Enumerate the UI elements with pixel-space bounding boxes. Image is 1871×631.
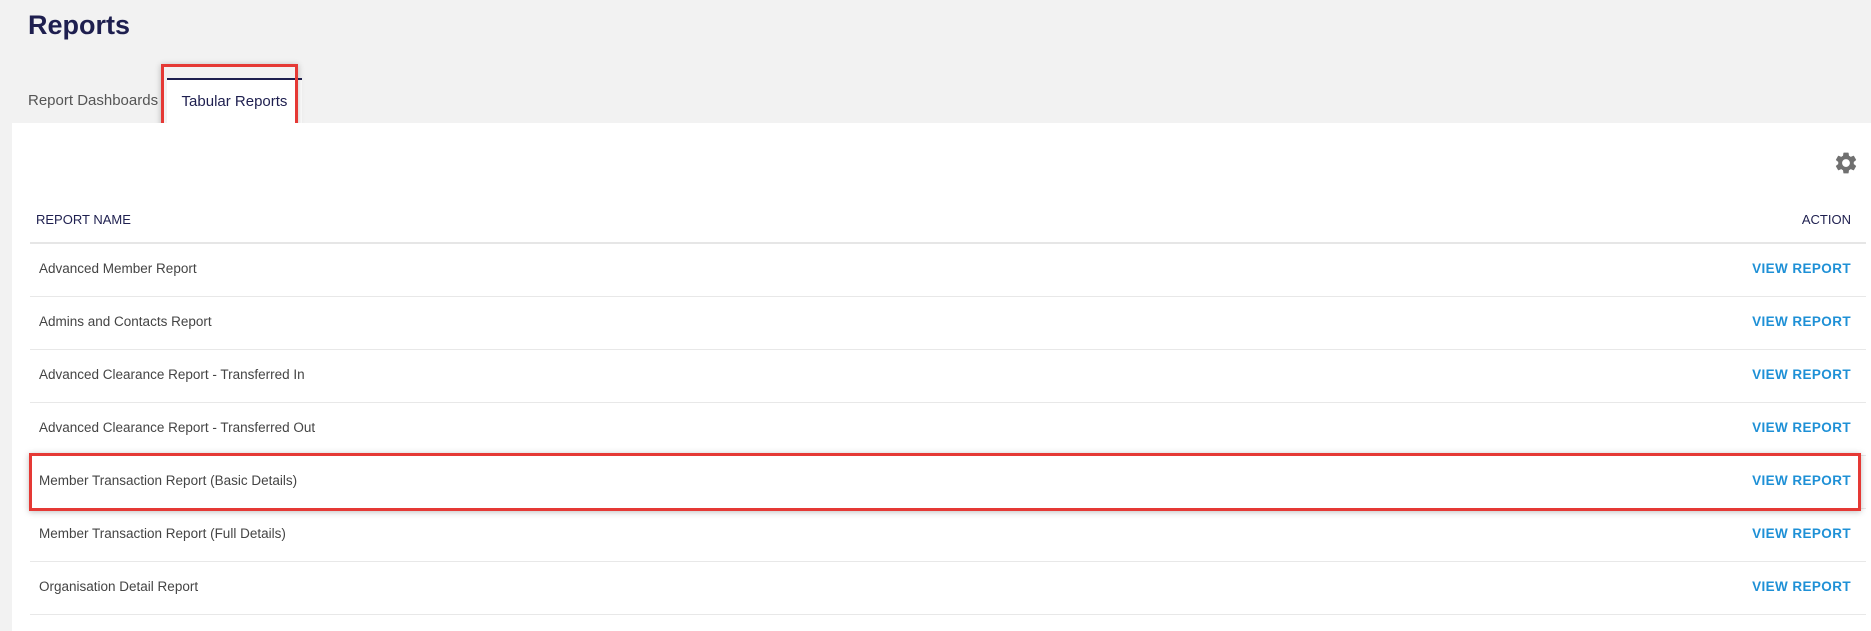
table-row: Advanced Clearance Report - Transferred … xyxy=(30,350,1866,403)
table-row: Advanced Member Report VIEW REPORT xyxy=(30,244,1866,297)
view-report-link[interactable]: VIEW REPORT xyxy=(1752,367,1851,382)
tab-report-dashboards[interactable]: Report Dashboards xyxy=(28,78,158,123)
column-header-report-name: REPORT NAME xyxy=(36,212,131,227)
reports-panel: REPORT NAME ACTION Advanced Member Repor… xyxy=(12,123,1871,631)
report-name: Member Transaction Report (Basic Details… xyxy=(39,473,298,488)
report-name: Admins and Contacts Report xyxy=(39,314,212,329)
table-row: Advanced Clearance Report - Transferred … xyxy=(30,403,1866,456)
column-header-action: ACTION xyxy=(1801,212,1851,227)
view-report-link[interactable]: VIEW REPORT xyxy=(1752,473,1851,488)
view-report-link[interactable]: VIEW REPORT xyxy=(1752,420,1851,435)
reports-table: REPORT NAME ACTION Advanced Member Repor… xyxy=(30,201,1866,615)
report-name: Advanced Clearance Report - Transferred … xyxy=(39,420,316,435)
report-name: Advanced Member Report xyxy=(39,261,197,276)
table-row: Member Transaction Report (Basic Details… xyxy=(30,456,1866,509)
view-report-link[interactable]: VIEW REPORT xyxy=(1752,579,1851,594)
view-report-link[interactable]: VIEW REPORT xyxy=(1752,261,1851,276)
tab-tabular-reports[interactable]: Tabular Reports xyxy=(167,78,302,123)
gear-icon[interactable] xyxy=(1833,150,1859,176)
table-row: Member Transaction Report (Full Details)… xyxy=(30,509,1866,562)
report-name: Member Transaction Report (Full Details) xyxy=(39,526,286,541)
page-title: Reports xyxy=(28,10,131,40)
report-name: Organisation Detail Report xyxy=(39,579,199,594)
view-report-link[interactable]: VIEW REPORT xyxy=(1752,526,1851,541)
table-row: Admins and Contacts Report VIEW REPORT xyxy=(30,297,1866,350)
table-row: Organisation Detail Report VIEW REPORT xyxy=(30,562,1866,615)
report-name: Advanced Clearance Report - Transferred … xyxy=(39,367,305,382)
view-report-link[interactable]: VIEW REPORT xyxy=(1752,314,1851,329)
table-header: REPORT NAME ACTION xyxy=(30,201,1866,244)
